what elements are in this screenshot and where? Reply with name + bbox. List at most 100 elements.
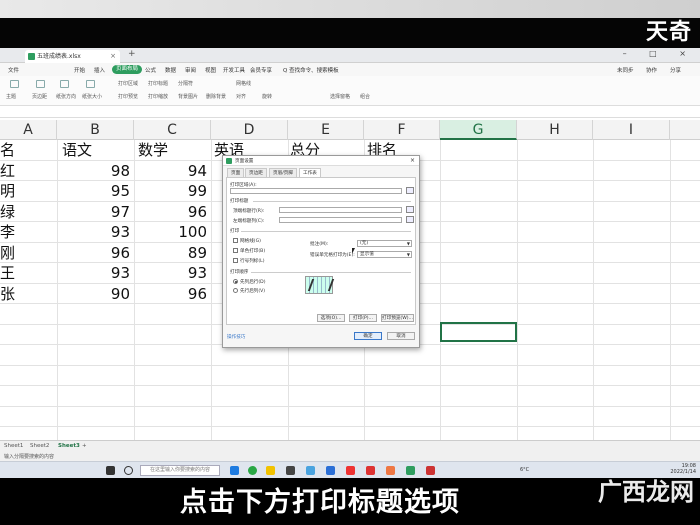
- theme-icon[interactable]: [10, 80, 19, 88]
- sheet-tab-3[interactable]: Sheet3: [58, 443, 80, 449]
- column-header-h[interactable]: H: [517, 120, 593, 140]
- close-tab-icon[interactable]: ×: [110, 50, 116, 63]
- app-icon[interactable]: [306, 466, 315, 475]
- left-cols-input[interactable]: [279, 217, 402, 223]
- ribbon-print-titles[interactable]: 打印标题: [148, 80, 168, 87]
- errors-select[interactable]: 显示值 ▼: [357, 251, 412, 258]
- new-tab-button[interactable]: +: [128, 49, 136, 59]
- window-controls[interactable]: – □ ×: [623, 49, 696, 58]
- dialog-close-icon[interactable]: ×: [410, 157, 415, 164]
- chinese-score-cell[interactable]: 93: [57, 222, 134, 243]
- column-header-i[interactable]: I: [593, 120, 670, 140]
- header-cell-name[interactable]: 名: [0, 140, 57, 161]
- name-cell[interactable]: 绿: [0, 202, 57, 223]
- cancel-button[interactable]: 取消: [387, 332, 415, 340]
- selected-cell[interactable]: [440, 322, 517, 342]
- menu-formulas[interactable]: 公式: [145, 66, 156, 74]
- menu-search-commands[interactable]: Q 查找命令、搜索模板: [283, 66, 339, 74]
- edge-browser-icon[interactable]: [230, 466, 239, 475]
- ribbon-print-area[interactable]: 打印区域: [118, 80, 138, 87]
- file-explorer-icon[interactable]: [266, 466, 275, 475]
- chrome-browser-icon[interactable]: [248, 466, 257, 475]
- print-button[interactable]: 打印(P)...: [349, 314, 377, 322]
- comments-select[interactable]: (无) ▼: [357, 240, 412, 247]
- over-then-down-radio[interactable]: [233, 288, 238, 293]
- menu-page-layout[interactable]: 页面布局: [112, 65, 143, 74]
- ribbon-paper-size[interactable]: 纸张大小: [82, 93, 102, 100]
- range-picker-icon[interactable]: [406, 187, 414, 194]
- column-header-f[interactable]: F: [364, 120, 440, 140]
- gridlines-checkbox[interactable]: [233, 238, 238, 243]
- range-picker-icon[interactable]: [406, 216, 414, 223]
- chinese-score-cell[interactable]: 90: [57, 284, 134, 305]
- wps-writer-icon[interactable]: [366, 466, 375, 475]
- column-header-c[interactable]: C: [134, 120, 211, 140]
- math-score-cell[interactable]: 94: [134, 161, 211, 182]
- column-header-a[interactable]: A: [0, 120, 57, 140]
- menu-file[interactable]: 文件: [8, 66, 19, 74]
- ribbon-delete-background[interactable]: 删除背景: [206, 93, 226, 100]
- math-score-cell[interactable]: 99: [134, 181, 211, 202]
- name-cell[interactable]: 张: [0, 284, 57, 305]
- column-header-d[interactable]: D: [211, 120, 288, 140]
- chinese-score-cell[interactable]: 93: [57, 263, 134, 284]
- chinese-score-cell[interactable]: 98: [57, 161, 134, 182]
- tab-header-footer[interactable]: 页眉/页脚: [269, 168, 297, 177]
- ribbon-selection-pane[interactable]: 选择窗格: [330, 93, 350, 100]
- chinese-score-cell[interactable]: 96: [57, 243, 134, 264]
- menu-member[interactable]: 会员专享: [250, 66, 272, 74]
- column-header-b[interactable]: B: [57, 120, 134, 140]
- orientation-icon[interactable]: [60, 80, 69, 88]
- menu-data[interactable]: 数据: [165, 66, 176, 74]
- header-cell-chinese[interactable]: 语文: [62, 140, 132, 161]
- ribbon-background[interactable]: 背景图片: [178, 93, 198, 100]
- tab-page[interactable]: 页面: [227, 168, 245, 177]
- windows-start-icon[interactable]: [106, 466, 115, 475]
- single-color-checkbox[interactable]: [233, 248, 238, 253]
- menu-developer[interactable]: 开发工具: [223, 66, 245, 74]
- search-icon[interactable]: [124, 466, 133, 475]
- margins-icon[interactable]: [36, 80, 45, 88]
- ribbon-print-scaling[interactable]: 打印缩放: [148, 93, 168, 100]
- math-score-cell[interactable]: 96: [134, 284, 211, 305]
- collaborate-button[interactable]: 协作: [646, 66, 657, 74]
- help-link[interactable]: 操作技巧: [227, 334, 245, 340]
- formula-bar[interactable]: [0, 106, 700, 118]
- tab-margins[interactable]: 页边距: [245, 168, 267, 177]
- ribbon-align[interactable]: 对齐: [236, 93, 246, 100]
- row-col-heads-checkbox[interactable]: [233, 258, 238, 263]
- sync-status[interactable]: 未同步: [617, 66, 634, 74]
- taskbar-search-input[interactable]: 在这里输入你要搜索的内容: [140, 465, 220, 476]
- store-icon[interactable]: [286, 466, 295, 475]
- menu-home[interactable]: 开始: [74, 66, 85, 74]
- name-cell[interactable]: 李: [0, 222, 57, 243]
- ribbon-group[interactable]: 组合: [360, 93, 370, 100]
- math-score-cell[interactable]: 100: [134, 222, 211, 243]
- name-cell[interactable]: 明: [0, 181, 57, 202]
- menu-insert[interactable]: 插入: [94, 66, 105, 74]
- name-cell[interactable]: 刚: [0, 243, 57, 264]
- app-icon[interactable]: [386, 466, 395, 475]
- weather-widget[interactable]: 6°C: [520, 467, 529, 473]
- menu-review[interactable]: 审阅: [185, 66, 196, 74]
- print-preview-button[interactable]: 打印预览(W)...: [381, 314, 414, 322]
- wps-spreadsheet-icon[interactable]: [406, 466, 415, 475]
- sheet-tab-1[interactable]: Sheet1: [4, 443, 23, 449]
- ribbon-orientation[interactable]: 纸张方向: [56, 93, 76, 100]
- app-icon[interactable]: [426, 466, 435, 475]
- column-header-e[interactable]: E: [288, 120, 364, 140]
- name-cell[interactable]: 红: [0, 161, 57, 182]
- ribbon-breaks[interactable]: 分隔符: [178, 80, 193, 87]
- ok-button[interactable]: 确定: [354, 332, 382, 340]
- ribbon-rotate[interactable]: 旋转: [262, 93, 272, 100]
- range-picker-icon[interactable]: [406, 206, 414, 213]
- column-header-g[interactable]: G: [440, 120, 517, 140]
- paper-size-icon[interactable]: [86, 80, 95, 88]
- top-rows-input[interactable]: [279, 207, 402, 213]
- menu-view[interactable]: 视图: [205, 66, 216, 74]
- math-score-cell[interactable]: 93: [134, 263, 211, 284]
- wps-taskbar-icon[interactable]: [346, 466, 355, 475]
- chinese-score-cell[interactable]: 95: [57, 181, 134, 202]
- sheet-tab-2[interactable]: Sheet2: [30, 443, 49, 449]
- share-button[interactable]: 分享: [670, 66, 681, 74]
